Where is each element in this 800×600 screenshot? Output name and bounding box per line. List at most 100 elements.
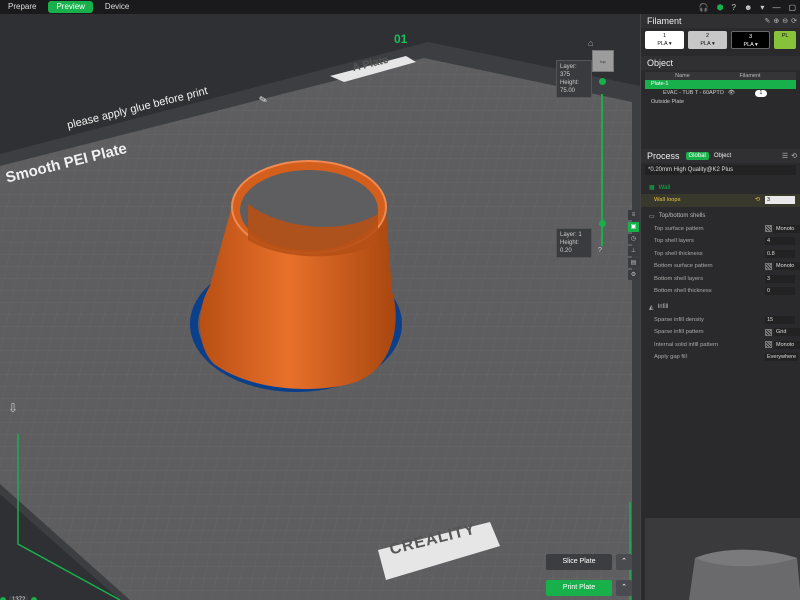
apply-gap-fill-row: Apply gap fill Everywhere [641, 351, 800, 364]
tab-prepare[interactable]: Prepare [0, 0, 44, 14]
setting-select[interactable]: Monoto [774, 262, 800, 271]
stack-icon[interactable]: ▤ [628, 258, 639, 268]
plate-number: 01 [394, 32, 408, 46]
filament-type: PL [781, 33, 789, 39]
tab-global[interactable]: Global [685, 152, 709, 160]
question-icon[interactable]: ? [598, 247, 602, 254]
maximize-icon[interactable]: ▢ [788, 3, 796, 12]
remove-icon[interactable]: ⊖ [782, 17, 788, 25]
top-shell-layers-row: Top shell layers 4 [641, 235, 800, 248]
setting-control: 4 [765, 237, 795, 246]
layers-icon[interactable]: ≡ [628, 210, 639, 220]
object-row-model[interactable]: EVAC - TUB T - 60APTO 👁 1 [645, 89, 796, 98]
setting-control: Grid [765, 328, 800, 337]
setting-select[interactable]: Grid [774, 328, 800, 337]
shell-icon: ▭ [649, 213, 655, 220]
tab-preview[interactable]: Preview [48, 1, 93, 13]
wall-loops-control: 3 [765, 196, 795, 205]
navigation-cube[interactable]: top [592, 50, 614, 72]
object-row-outside[interactable]: Outside Plate [645, 98, 796, 107]
home-icon[interactable]: ⌂ [588, 38, 593, 48]
top-bar: Prepare Preview Device 🎧 ⬢ ? ☻ ▾ — ▢ [0, 0, 800, 14]
process-title: Process [647, 151, 680, 161]
setting-label: Sparse infill pattern [654, 329, 704, 336]
topbottom-group-label: Top/bottom shells [658, 213, 706, 219]
pattern-icon [765, 341, 772, 349]
filament-slot-4[interactable]: PL [774, 31, 797, 49]
tools-icon[interactable]: ✎ [765, 17, 771, 25]
bottom-slider[interactable]: 1372 [0, 593, 56, 600]
list-icon[interactable]: ☰ [782, 152, 788, 160]
cube-icon[interactable]: ▣ [628, 222, 639, 232]
slice-dropdown-icon[interactable]: ⌃ [616, 554, 632, 570]
layer-top-height: Height: 75.00 [560, 80, 580, 94]
setting-select[interactable]: Monoto [774, 224, 800, 233]
print-plate-button[interactable]: Print Plate [546, 580, 612, 596]
filament-slot-1[interactable]: 1 PLA ▾ [645, 31, 685, 49]
settings-panel: Filament ✎ ⊕ ⊖ ⟳ 1 PLA ▾ 2 PLA ▾ 3 PLA ▾ [640, 14, 800, 600]
tab-object[interactable]: Object [711, 152, 734, 160]
setting-label: Top shell layers [654, 238, 694, 245]
help-icon[interactable]: ? [732, 3, 736, 12]
object-header: Object [641, 56, 800, 70]
layer-slider-bottom-handle[interactable] [599, 220, 606, 227]
filament-actions: ✎ ⊕ ⊖ ⟳ [765, 17, 798, 25]
slice-plate-button[interactable]: Slice Plate [546, 554, 612, 570]
window-controls: 🎧 ⬢ ? ☻ ▾ — ▢ [699, 0, 796, 14]
sync-icon[interactable]: ⟳ [791, 17, 797, 25]
object-name: Outside Plate [651, 99, 685, 105]
bottom-surface-pattern-row: Bottom surface pattern Monoto [641, 260, 800, 273]
headset-icon[interactable]: 🎧 [699, 3, 709, 12]
refresh-icon[interactable]: ⟲ [791, 152, 797, 160]
settings-icon[interactable]: ⚙ [628, 270, 639, 280]
filament-title: Filament [647, 16, 682, 26]
process-preset-select[interactable]: *0.20mm High Quality@K2 Plus [645, 165, 796, 175]
setting-label: Sparse infill density [654, 316, 704, 323]
wall-loops-input[interactable]: 3 [765, 196, 795, 205]
setting-input[interactable]: 15 [765, 315, 795, 324]
thumbnail-shape [689, 549, 800, 600]
plate-thumbnail[interactable] [645, 518, 800, 600]
shield-icon[interactable]: ⬢ [717, 3, 724, 12]
layer-slider-top-handle[interactable] [599, 78, 606, 85]
add-icon[interactable]: ⊕ [773, 17, 779, 25]
support-icon[interactable]: ⊥ [628, 246, 639, 256]
layer-top-readout: Layer: 375 Height: 75.00 [556, 60, 592, 98]
setting-label: Internal solid infill pattern [654, 341, 719, 348]
setting-label: Bottom shell thickness [654, 288, 712, 295]
top-surface-pattern-row: Top surface pattern Monoto [641, 223, 800, 236]
filament-type: PLA ▾ [700, 41, 715, 47]
print-dropdown-icon[interactable]: ⌃ [616, 580, 632, 596]
sparse-infill-density-row: Sparse infill density 15 [641, 314, 800, 327]
reset-icon[interactable]: ⟲ [755, 197, 760, 203]
setting-control: 0.8 [765, 249, 795, 258]
eye-icon[interactable]: 👁 [728, 89, 735, 98]
object-row-plate[interactable]: Plate-1 [645, 80, 796, 89]
menu-icon[interactable]: ▾ [760, 3, 764, 12]
filament-slot-3[interactable]: 3 PLA ▾ [731, 31, 771, 49]
setting-select[interactable]: Monoto [774, 340, 800, 349]
setting-label: Bottom shell layers [654, 275, 703, 282]
object-name: EVAC - TUB T - 60APTO [663, 90, 724, 96]
time-icon[interactable]: ◷ [628, 234, 639, 244]
layer-bottom-height: Height: 0.20 [560, 240, 580, 254]
user-icon[interactable]: ☻ [744, 3, 752, 12]
setting-input[interactable]: 3 [765, 274, 795, 283]
infill-group: ◭ Infill [641, 301, 800, 314]
filament-type: PLA ▾ [657, 41, 672, 47]
setting-input[interactable]: 0.8 [765, 249, 795, 258]
3d-viewport[interactable]: ✎ ⇩ 01 A Plate please apply glue before … [0, 14, 640, 600]
setting-control: 15 [765, 315, 795, 324]
setting-input[interactable]: 0 [765, 287, 795, 296]
process-tabs: Global Object [685, 152, 735, 160]
setting-input[interactable]: 4 [765, 237, 795, 246]
minimize-icon[interactable]: — [772, 3, 780, 12]
filament-badge[interactable]: 1 [754, 90, 767, 97]
tab-device[interactable]: Device [97, 0, 137, 14]
filament-slot-2[interactable]: 2 PLA ▾ [688, 31, 728, 49]
setting-control: Monoto [765, 262, 800, 271]
filament-header: Filament ✎ ⊕ ⊖ ⟳ [641, 14, 800, 28]
setting-select[interactable]: Everywhere [765, 353, 799, 362]
sparse-infill-pattern-row: Sparse infill pattern Grid [641, 326, 800, 339]
object-title: Object [647, 58, 674, 68]
